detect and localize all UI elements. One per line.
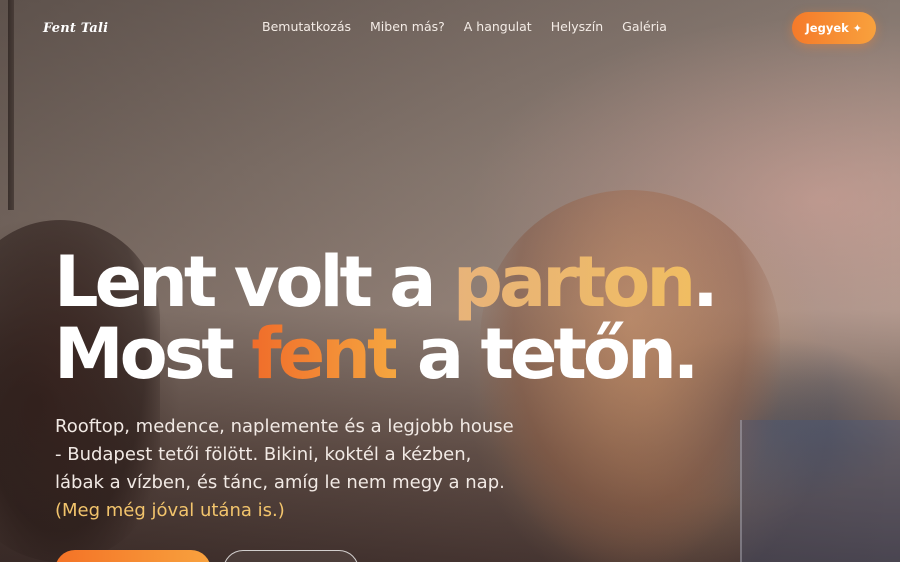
nav-link-bemutatkozas[interactable]: Bemutatkozás — [262, 19, 351, 34]
tickets-button[interactable]: Jegyek ✦ — [791, 12, 876, 44]
hero-description-accent: (Meg még jóval utána is.) — [55, 500, 285, 521]
headline-line-2-before: Most — [54, 313, 252, 395]
headline-line-1-after: . — [692, 241, 719, 323]
sparkle-icon: ✦ — [852, 21, 862, 35]
hero-primary-button[interactable] — [55, 550, 211, 562]
navbar: Fent Tali Bemutatkozás Miben más? A hang… — [0, 0, 900, 56]
nav-link-helyszin[interactable]: Helyszín — [551, 19, 603, 34]
brand-logo[interactable]: Fent Tali — [43, 21, 108, 36]
tickets-button-label: Jegyek — [805, 21, 849, 35]
hero-headline: Lent volt a parton. Most fent a tetőn. — [54, 246, 719, 390]
nav-link-a-hangulat[interactable]: A hangulat — [464, 19, 532, 34]
hero-description: Rooftop, medence, naplemente és a legjob… — [55, 413, 525, 525]
headline-line-2: Most fent a tetőn. — [54, 318, 715, 390]
hero-description-main: Rooftop, medence, naplemente és a legjob… — [55, 416, 514, 493]
nav-links: Bemutatkozás Miben más? A hangulat Helys… — [262, 19, 667, 34]
headline-accent-parton: parton — [452, 241, 696, 323]
headline-accent-fent: fent — [251, 313, 400, 395]
nav-link-galeria[interactable]: Galéria — [622, 19, 667, 34]
hero-secondary-button[interactable] — [223, 550, 359, 562]
nav-link-miben-mas[interactable]: Miben más? — [370, 19, 445, 34]
headline-line-2-after: a tetőn. — [396, 313, 700, 395]
headline-line-1-before: Lent volt a — [54, 241, 453, 323]
hero-button-row — [55, 550, 359, 562]
headline-line-1: Lent volt a parton. — [54, 246, 719, 318]
